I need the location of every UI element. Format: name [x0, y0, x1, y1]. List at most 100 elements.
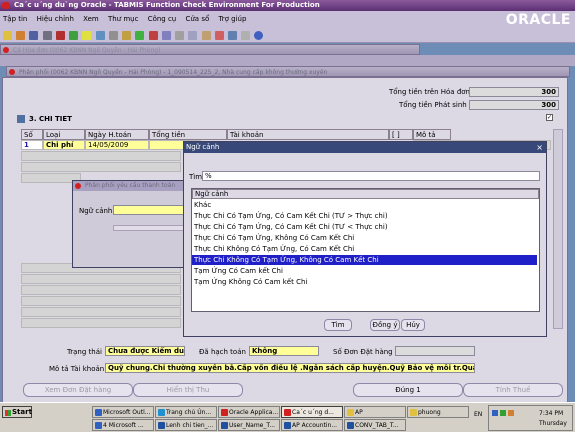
lov-find-button[interactable]: Tìm: [324, 319, 352, 331]
account-desc-field: Quỹ chung.Chi thường xuyên bằ.Cấp vốn đi…: [105, 363, 475, 373]
clear-icon[interactable]: [214, 31, 224, 40]
task-oracle-forms[interactable]: Ca´c u´ng d...: [281, 406, 343, 418]
attachments-icon[interactable]: [241, 31, 251, 40]
row1-type[interactable]: Chi phí: [43, 140, 85, 150]
start-button[interactable]: Start: [2, 406, 32, 418]
posted-total-field: 300: [469, 100, 559, 110]
task-oracle-apps[interactable]: Oracle Applica...: [218, 406, 280, 418]
tray-icon[interactable]: [492, 410, 498, 416]
window-icon: [75, 183, 81, 189]
cut-icon[interactable]: [175, 31, 185, 40]
toolbar: [0, 29, 575, 43]
new-icon[interactable]: [3, 31, 12, 40]
lov-item[interactable]: Thực Chi Có Tạm Ứng, Có Cam Kết Chi (TƯ …: [192, 211, 537, 221]
col-header-type: Loại: [43, 129, 85, 140]
close-icon[interactable]: ×: [536, 142, 543, 153]
clock-day: Thursday: [539, 420, 567, 427]
context-field[interactable]: [113, 205, 189, 215]
view-po-button[interactable]: Xem Đơn Đặt hàng: [23, 383, 133, 397]
find-input[interactable]: %: [202, 171, 540, 181]
show-receipt-button[interactable]: Hiển thị Thu: [133, 383, 243, 397]
language-indicator[interactable]: EN: [474, 411, 482, 418]
lov-item[interactable]: Thực Chi Có Tạm Ứng, Không Có Cam Kết Ch…: [192, 233, 537, 243]
lov-cancel-button[interactable]: Hủy: [401, 319, 425, 331]
task-conv-tab[interactable]: CONV_TAB_T...: [344, 419, 406, 431]
taskbar: Start Microsoft Outl... Trang chủ Ún... …: [0, 402, 575, 432]
col-header-account: Tài khoản: [227, 129, 389, 140]
checkbox[interactable]: ✓: [546, 114, 553, 121]
lov-item[interactable]: Thực Chi Không Có Tạm Ứng, Có Cam Kết Ch…: [192, 244, 537, 254]
menu-edit[interactable]: Hiệu chỉnh: [37, 15, 74, 23]
folder-icon[interactable]: [122, 31, 132, 40]
window-icon: [9, 69, 15, 75]
tray-icon[interactable]: [508, 410, 514, 416]
grid-row[interactable]: [21, 318, 181, 328]
zoom-icon[interactable]: [82, 31, 92, 40]
new-record-icon[interactable]: [135, 31, 145, 40]
context-scrollbar[interactable]: [113, 225, 187, 231]
task-outlook[interactable]: Microsoft Outl...: [92, 406, 154, 418]
task-user-name[interactable]: User_Name_T...: [218, 419, 280, 431]
status-field: Chưa được Kiểm duyệt: [105, 346, 185, 356]
grid-row[interactable]: [21, 151, 181, 161]
task-microsoft-group[interactable]: 4 Microsoft ...: [92, 419, 154, 431]
nav-icon[interactable]: [69, 31, 79, 40]
print-icon[interactable]: [42, 31, 52, 40]
lov-ok-button[interactable]: Đồng ý: [370, 319, 400, 331]
row1-date[interactable]: 14/05/2009: [85, 140, 149, 150]
lov-item[interactable]: Tạm Ứng Không Có Cam kết Chi: [192, 277, 537, 287]
row1-no[interactable]: 1: [21, 140, 43, 150]
translation-icon[interactable]: [95, 31, 105, 40]
lov-list: Ngữ cảnh Khác Thực Chi Có Tạm Ứng, Có Ca…: [191, 188, 540, 312]
grid-row[interactable]: [21, 162, 181, 172]
po-number-field: [395, 346, 475, 356]
delete-record-icon[interactable]: [148, 31, 158, 40]
edit-icon[interactable]: [161, 31, 171, 40]
menu-help[interactable]: Trợ giúp: [219, 15, 247, 23]
col-header-no: Số: [21, 129, 43, 140]
title-bar: Ca´c u´ng du`ng Oracle - TABMIS Function…: [0, 0, 575, 11]
lov-item[interactable]: Khác: [192, 200, 537, 210]
task-ap-accounting[interactable]: AP Accountin...: [281, 419, 343, 431]
grid-row[interactable]: [21, 285, 181, 295]
menu-folder[interactable]: Thư mục: [108, 15, 138, 23]
task-phuong[interactable]: phuong: [407, 406, 469, 418]
col-header-desc: Mô tả: [413, 129, 451, 140]
menu-window[interactable]: Cửa sổ: [185, 15, 209, 23]
help-icon[interactable]: [254, 31, 264, 40]
invoice-window-bar[interactable]: Cá Hóa đơn (0062 KBNN Ngô Quyền - Hải Ph…: [0, 44, 420, 55]
close-form-icon[interactable]: [55, 31, 65, 40]
attachment-icon[interactable]: [108, 31, 118, 40]
grid-row[interactable]: [21, 274, 181, 284]
task-ap[interactable]: AP: [344, 406, 406, 418]
menu-view[interactable]: Xem: [83, 15, 99, 23]
save-icon[interactable]: [29, 31, 39, 40]
grid-row[interactable]: [21, 296, 181, 306]
context-lov-dialog: Ngữ cảnh × Tìm % Ngữ cảnh Khác Thực Chi …: [183, 141, 547, 337]
distribution-dialog-titlebar: Phân phối yêu cầu thanh toán: [73, 181, 187, 191]
grid-row[interactable]: [21, 307, 181, 317]
paste-icon[interactable]: [201, 31, 211, 40]
lov-item[interactable]: Tạm Ứng Có Cam kết Chi: [192, 266, 537, 276]
task-homepage[interactable]: Trang chủ Ún...: [155, 406, 217, 418]
tray-icon[interactable]: [500, 410, 506, 416]
menu-file[interactable]: Tập tin: [3, 15, 27, 23]
ok-1-button[interactable]: Đúng 1: [353, 383, 463, 397]
lov-item[interactable]: Thực Chi Có Tạm Ứng, Có Cam Kết Chi (TƯ …: [192, 222, 537, 232]
invoice-total-field: 300: [469, 87, 559, 97]
section-icon: [17, 115, 25, 123]
distribution-dialog: Phân phối yêu cầu thanh toán Ngữ cảnh: [72, 180, 189, 268]
windows-logo-icon: [5, 410, 11, 416]
col-header-flex: [ ]: [389, 129, 413, 140]
lov-item-selected[interactable]: Thực Chi Không Có Tạm Ứng, Không Có Cam …: [192, 255, 537, 265]
invoice-total-label: Tổng tiền trên Hóa đơn: [389, 88, 470, 96]
open-icon[interactable]: [16, 31, 26, 40]
posted-total-label: Tổng tiền Phát sinh: [399, 101, 467, 109]
find-icon[interactable]: [227, 31, 237, 40]
distribution-window-bar[interactable]: Phân phối (0062 KBNN Ngô Quyền - Hải Phò…: [6, 66, 570, 77]
copy-icon[interactable]: [188, 31, 198, 40]
calculate-tax-button[interactable]: Tính Thuế: [463, 383, 563, 397]
system-tray: 7:34 PM Thursday: [488, 405, 573, 431]
task-lenh-chi[interactable]: Lenh chi tien_...: [155, 419, 217, 431]
menu-tools[interactable]: Công cụ: [148, 15, 177, 23]
